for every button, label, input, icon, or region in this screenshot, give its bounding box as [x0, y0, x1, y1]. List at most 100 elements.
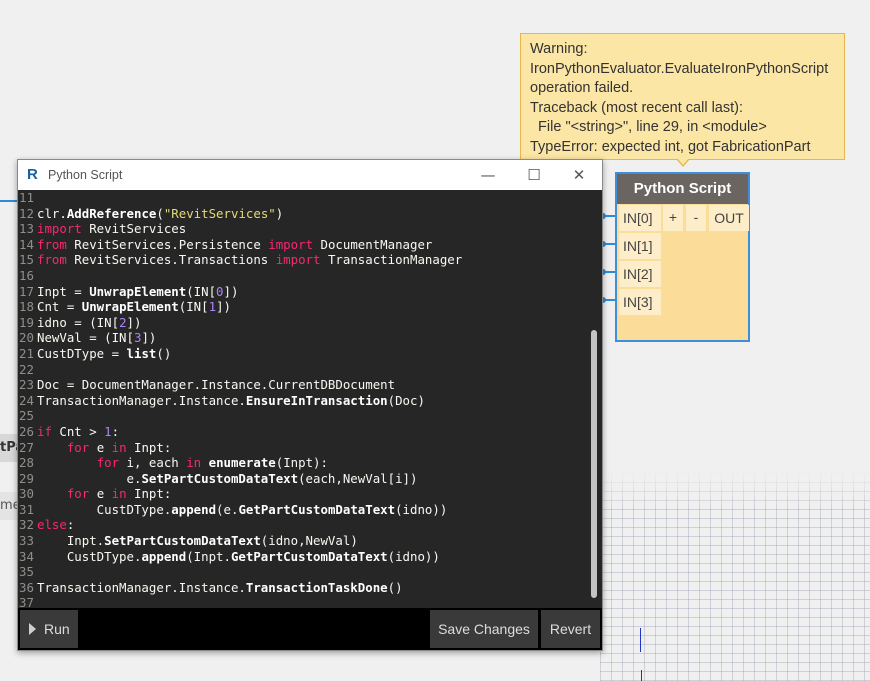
- code-token: CustDType.: [37, 501, 172, 517]
- save-changes-button[interactable]: Save Changes: [430, 610, 538, 648]
- code-line[interactable]: 15 from RevitServices.Transactions import…: [18, 252, 592, 268]
- code-token: e: [89, 486, 112, 502]
- code-line[interactable]: 14 from RevitServices.Persistence import …: [18, 237, 592, 253]
- run-button[interactable]: Run: [20, 610, 78, 648]
- code-line[interactable]: 25: [18, 408, 592, 424]
- input-wire-0[interactable]: [600, 213, 615, 219]
- code-token: else: [37, 517, 67, 533]
- code-token: ]): [223, 283, 239, 299]
- code-token: (IN[: [178, 299, 209, 315]
- node-title[interactable]: Python Script: [617, 174, 748, 204]
- code-token: (): [156, 345, 172, 361]
- maximize-icon[interactable]: ☐: [511, 160, 557, 190]
- line-number: 25: [19, 408, 34, 424]
- input-port-0[interactable]: IN[0]: [619, 205, 661, 231]
- code-content[interactable]: 11 12 clr.AddReference("RevitServices") 13 i…: [18, 190, 592, 608]
- code-line[interactable]: 13 import RevitServices: [18, 221, 592, 237]
- code-token: 1: [104, 423, 112, 439]
- code-line[interactable]: 23 Doc = DocumentManager.Instance.Current…: [18, 377, 592, 393]
- code-token: append: [171, 501, 217, 517]
- code-token: for: [96, 455, 120, 471]
- partial-node-input[interactable]: me: [0, 492, 18, 520]
- input-wire-3[interactable]: [600, 297, 615, 303]
- line-number: 14: [19, 236, 34, 252]
- code-line[interactable]: 24 TransactionManager.Instance.EnsureInTr…: [18, 393, 592, 409]
- line-number: 27: [19, 439, 34, 455]
- code-line[interactable]: 37: [18, 595, 592, 608]
- code-line[interactable]: 36 TransactionManager.Instance.Transactio…: [18, 580, 592, 596]
- code-token: import: [268, 236, 314, 252]
- code-token: (e.: [216, 501, 239, 517]
- add-input-button[interactable]: +: [663, 205, 683, 231]
- code-token: ]): [141, 330, 157, 346]
- vertical-scrollbar[interactable]: [591, 330, 597, 598]
- input-wire-2[interactable]: [600, 269, 615, 275]
- warning-line: IronPythonEvaluator.EvaluateIronPythonSc…: [530, 60, 829, 77]
- revert-button[interactable]: Revert: [541, 610, 600, 648]
- code-line[interactable]: 22: [18, 362, 592, 378]
- code-line[interactable]: 20 NewVal = (IN[3]): [18, 330, 592, 346]
- warning-line: Traceback (most recent call last):: [530, 99, 743, 116]
- code-line[interactable]: 33 Inpt.SetPartCustomDataText(idno,NewVa…: [18, 533, 592, 549]
- code-token: (Inpt):: [275, 455, 328, 471]
- code-token: enumerate: [208, 455, 276, 471]
- python-script-node[interactable]: Python Script IN[0] IN[1] IN[2] IN[3] + …: [615, 172, 750, 342]
- code-line[interactable]: 19 idno = (IN[2]): [18, 315, 592, 331]
- title-bar[interactable]: R Python Script — ☐ ✕: [18, 160, 602, 190]
- code-line[interactable]: 11: [18, 190, 592, 206]
- close-icon[interactable]: ✕: [556, 160, 602, 190]
- line-number: 28: [19, 455, 34, 471]
- code-token: SetPartCustomDataText: [104, 533, 261, 549]
- window-title: Python Script: [48, 168, 123, 182]
- code-token: (Inpt.: [186, 548, 231, 564]
- minimize-icon[interactable]: —: [465, 160, 511, 190]
- output-port[interactable]: OUT: [709, 205, 749, 231]
- code-token: UnwrapElement: [81, 299, 179, 315]
- code-line[interactable]: 34 CustDType.append(Inpt.GetPartCustomDa…: [18, 549, 592, 565]
- code-line[interactable]: 35: [18, 564, 592, 580]
- python-editor-window[interactable]: R Python Script — ☐ ✕ 11 12 clr.AddReferen…: [17, 159, 603, 651]
- code-line[interactable]: 18 Cnt = UnwrapElement(IN[1]): [18, 299, 592, 315]
- code-line[interactable]: 21 CustDType = list(): [18, 346, 592, 362]
- code-line[interactable]: 26 if Cnt > 1:: [18, 424, 592, 440]
- code-line[interactable]: 31 CustDType.append(e.GetPartCustomDataT…: [18, 502, 592, 518]
- code-token: RevitServices.Transactions: [66, 252, 276, 268]
- code-token: Cnt =: [37, 299, 82, 315]
- remove-input-button[interactable]: -: [686, 205, 706, 231]
- code-token: ): [275, 205, 284, 221]
- warning-pointer-fill: [677, 158, 689, 165]
- partial-node[interactable]: tPa: [0, 434, 18, 462]
- code-token: Doc = DocumentManager.Instance.CurrentDB…: [37, 377, 396, 393]
- code-token: 0: [216, 283, 224, 299]
- view-axis-line: [640, 628, 641, 652]
- code-line[interactable]: 30 for e in Inpt:: [18, 486, 592, 502]
- input-port-1[interactable]: IN[1]: [619, 233, 661, 259]
- code-token: NewVal = (IN[: [37, 330, 134, 346]
- run-label: Run: [44, 621, 70, 637]
- code-editor[interactable]: 11 12 clr.AddReference("RevitServices") 13 i…: [18, 190, 602, 608]
- line-number: 19: [19, 314, 34, 330]
- input-port-3[interactable]: IN[3]: [619, 289, 661, 315]
- code-line[interactable]: 29 e.SetPartCustomDataText(each,NewVal[i…: [18, 471, 592, 487]
- code-line[interactable]: 28 for i, each in enumerate(Inpt):: [18, 455, 592, 471]
- code-token: for: [66, 486, 90, 502]
- input-port-2[interactable]: IN[2]: [619, 261, 661, 287]
- code-token: Cnt >: [51, 423, 105, 439]
- code-line[interactable]: 27 for e in Inpt:: [18, 440, 592, 456]
- code-line[interactable]: 32 else:: [18, 517, 592, 533]
- code-line[interactable]: 17 Inpt = UnwrapElement(IN[0]): [18, 284, 592, 300]
- code-token: 2: [119, 314, 127, 330]
- code-line[interactable]: 12 clr.AddReference("RevitServices"): [18, 206, 592, 222]
- connector-wire[interactable]: [0, 200, 18, 202]
- warning-line: operation failed.: [530, 80, 634, 96]
- code-token: "RevitServices": [163, 205, 276, 221]
- code-token: import: [275, 252, 321, 268]
- code-line[interactable]: 16: [18, 268, 592, 284]
- input-wire-1[interactable]: [600, 241, 615, 247]
- code-token: i, each: [119, 455, 187, 471]
- line-number: 23: [19, 377, 34, 393]
- code-token: EnsureInTransaction: [245, 392, 388, 408]
- code-token: TransactionManager.Instance.: [37, 579, 246, 595]
- code-token: CustDType.: [37, 548, 142, 564]
